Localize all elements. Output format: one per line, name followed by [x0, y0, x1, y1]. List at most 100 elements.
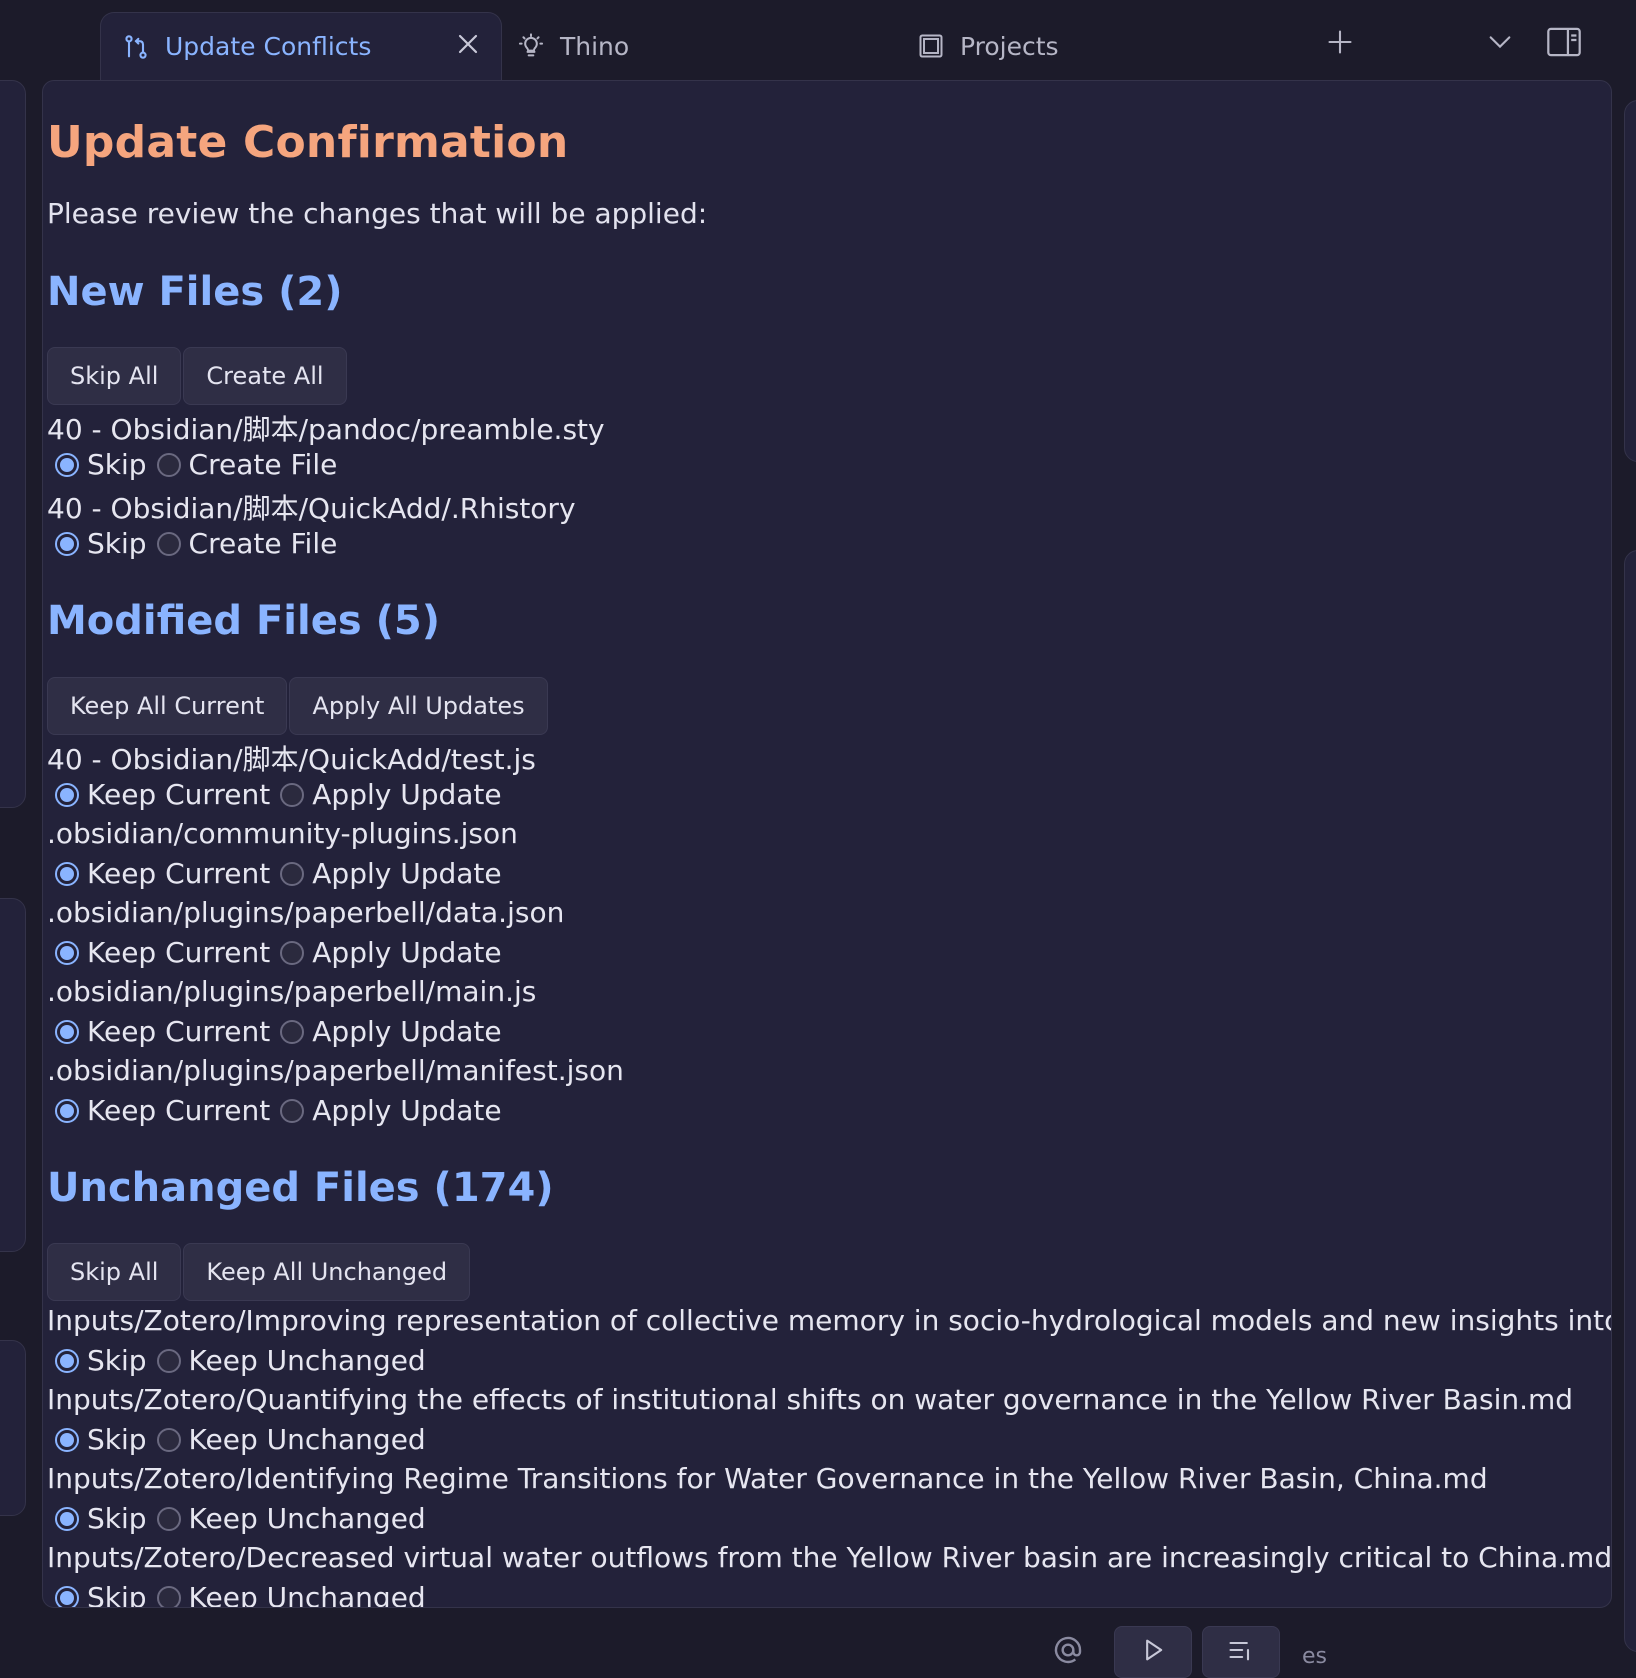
- apply-update-option[interactable]: Apply Update: [280, 857, 502, 890]
- file-path: Inputs/Zotero/Quantifying the effects of…: [47, 1383, 1574, 1416]
- radio-checked[interactable]: [55, 1348, 79, 1373]
- list-button[interactable]: [1202, 1626, 1280, 1678]
- file-path: Inputs/Zotero/Decreased virtual water ou…: [47, 1541, 1612, 1574]
- keep-all-current-button[interactable]: Keep All Current: [47, 677, 288, 735]
- radio-unchecked[interactable]: [156, 1585, 181, 1607]
- radio-unchecked[interactable]: [280, 861, 305, 886]
- apply-update-option[interactable]: Apply Update: [280, 936, 502, 969]
- option-label: Keep Unchanged: [188, 1423, 426, 1456]
- apply-update-option[interactable]: Apply Update: [280, 1015, 502, 1048]
- radio-unchecked[interactable]: [280, 782, 305, 807]
- keep-current-option[interactable]: Keep Current: [55, 857, 270, 890]
- create-file-option[interactable]: Create File: [156, 527, 338, 560]
- option-label: Keep Current: [87, 936, 271, 969]
- radio-unchecked[interactable]: [156, 1348, 181, 1373]
- skip-option[interactable]: Skip: [55, 1423, 147, 1456]
- radio-unchecked[interactable]: [156, 531, 181, 556]
- option-label: Keep Current: [87, 1015, 271, 1048]
- radio-checked[interactable]: [55, 1506, 79, 1531]
- tab-projects[interactable]: Projects: [916, 12, 1059, 80]
- keep-unchanged-option[interactable]: Keep Unchanged: [156, 1502, 426, 1535]
- tab-update-conflicts[interactable]: Update Conflicts: [100, 12, 502, 80]
- option-label: Keep Unchanged: [188, 1502, 426, 1535]
- option-label: Keep Current: [87, 778, 271, 811]
- file-choice: Skip Create File: [55, 448, 347, 481]
- tab-bar: Update Conflicts Thino Projects: [0, 0, 1636, 80]
- radio-unchecked[interactable]: [156, 452, 181, 477]
- radio-checked[interactable]: [55, 1098, 79, 1123]
- right-sidebar-edge: [1624, 100, 1636, 462]
- keep-current-option[interactable]: Keep Current: [55, 936, 270, 969]
- tab-label: Projects: [960, 31, 1059, 61]
- lightbulb-icon: [516, 31, 546, 61]
- apply-update-option[interactable]: Apply Update: [280, 1094, 502, 1127]
- file-choice: Keep Current Apply Update: [55, 1094, 512, 1127]
- radio-checked[interactable]: [55, 861, 79, 886]
- file-path: Inputs/Zotero/Identifying Regime Transit…: [47, 1462, 1488, 1495]
- tab-label: Thino: [560, 31, 630, 61]
- option-label: Skip: [87, 1344, 147, 1377]
- unchanged-files-actions: Skip All Keep All Unchanged: [47, 1243, 471, 1301]
- file-path: .obsidian/plugins/paperbell/data.json: [47, 896, 565, 929]
- radio-checked[interactable]: [55, 1019, 79, 1044]
- skip-option[interactable]: Skip: [55, 527, 147, 560]
- file-choice: Keep Current Apply Update: [55, 857, 512, 890]
- skip-all-new-button[interactable]: Skip All: [47, 347, 182, 405]
- option-label: Skip: [87, 1423, 147, 1456]
- new-tab-icon[interactable]: [1320, 22, 1360, 62]
- radio-unchecked[interactable]: [156, 1427, 181, 1452]
- play-button[interactable]: [1114, 1626, 1192, 1678]
- chevron-down-icon[interactable]: [1480, 22, 1520, 62]
- keep-unchanged-option[interactable]: Keep Unchanged: [156, 1344, 426, 1377]
- radio-unchecked[interactable]: [156, 1506, 181, 1531]
- option-label: Create File: [188, 527, 338, 560]
- unchanged-files-heading: Unchanged Files (174): [47, 1165, 554, 1211]
- skip-all-unchanged-button[interactable]: Skip All: [47, 1243, 182, 1301]
- file-choice: Skip Keep Unchanged: [55, 1344, 436, 1377]
- skip-option[interactable]: Skip: [55, 1581, 147, 1608]
- skip-option[interactable]: Skip: [55, 1502, 147, 1535]
- file-choice: Keep Current Apply Update: [55, 778, 512, 811]
- play-icon: [1139, 1636, 1167, 1668]
- option-label: Skip: [87, 527, 147, 560]
- keep-all-unchanged-button[interactable]: Keep All Unchanged: [183, 1243, 471, 1301]
- radio-checked[interactable]: [55, 940, 79, 965]
- keep-current-option[interactable]: Keep Current: [55, 1094, 270, 1127]
- radio-checked[interactable]: [55, 1427, 79, 1452]
- radio-checked[interactable]: [55, 782, 79, 807]
- file-choice: Keep Current Apply Update: [55, 936, 512, 969]
- skip-option[interactable]: Skip: [55, 1344, 147, 1377]
- apply-update-option[interactable]: Apply Update: [280, 778, 502, 811]
- keep-unchanged-option[interactable]: Keep Unchanged: [156, 1581, 426, 1608]
- option-label: Keep Unchanged: [188, 1581, 426, 1608]
- radio-unchecked[interactable]: [280, 1098, 305, 1123]
- radio-checked[interactable]: [55, 531, 79, 556]
- radio-unchecked[interactable]: [280, 940, 305, 965]
- radio-checked[interactable]: [55, 452, 79, 477]
- file-path: .obsidian/community-plugins.json: [47, 817, 518, 850]
- apply-all-updates-button[interactable]: Apply All Updates: [289, 677, 548, 735]
- option-label: Skip: [87, 1581, 147, 1608]
- new-files-heading: New Files (2): [47, 269, 343, 315]
- tab-thino[interactable]: Thino: [516, 12, 629, 80]
- list-icon: [1227, 1636, 1255, 1668]
- toggle-sidebar-icon[interactable]: [1544, 22, 1584, 62]
- create-all-button[interactable]: Create All: [183, 347, 347, 405]
- option-label: Apply Update: [312, 936, 502, 969]
- git-compare-icon: [121, 32, 151, 62]
- file-path: 40 - Obsidian/脚本/QuickAdd/.Rhistory: [47, 492, 576, 525]
- close-icon[interactable]: [453, 29, 483, 59]
- keep-current-option[interactable]: Keep Current: [55, 1015, 270, 1048]
- radio-unchecked[interactable]: [280, 1019, 305, 1044]
- create-file-option[interactable]: Create File: [156, 448, 337, 481]
- keep-unchanged-option[interactable]: Keep Unchanged: [156, 1423, 426, 1456]
- update-confirmation-panel: Update Confirmation Please review the ch…: [42, 80, 1612, 1608]
- option-label: Apply Update: [312, 857, 502, 890]
- mention-icon[interactable]: [1048, 1630, 1088, 1670]
- radio-checked[interactable]: [55, 1585, 79, 1607]
- skip-option[interactable]: Skip: [55, 448, 147, 481]
- file-choice: Skip Keep Unchanged: [55, 1502, 436, 1535]
- file-choice: Skip Keep Unchanged: [55, 1423, 436, 1456]
- file-choice: Skip Create File: [55, 527, 347, 560]
- keep-current-option[interactable]: Keep Current: [55, 778, 270, 811]
